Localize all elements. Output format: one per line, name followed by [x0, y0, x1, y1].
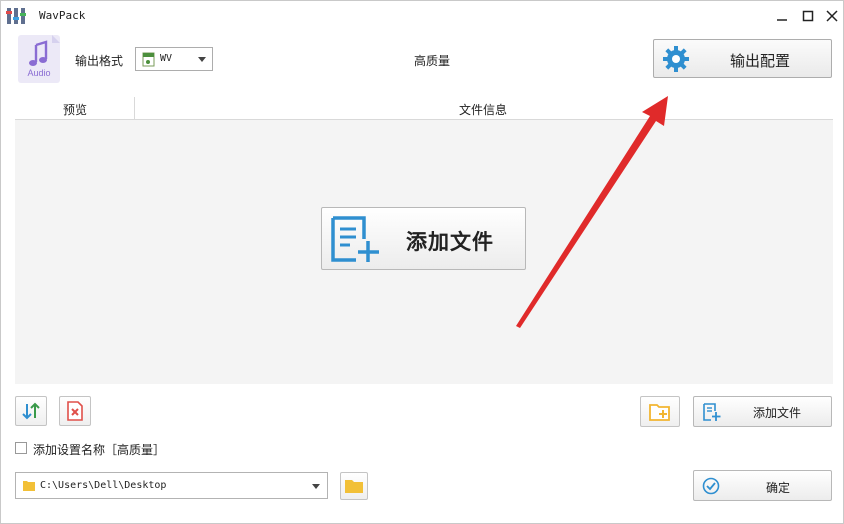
add-file-icon: [703, 403, 721, 421]
column-preview[interactable]: 预览: [63, 101, 87, 118]
add-files-big-label: 添加文件: [406, 230, 494, 254]
output-config-button[interactable]: 输出配置: [653, 39, 832, 78]
title-bar: WavPack: [1, 1, 843, 31]
folder-icon: [345, 480, 363, 493]
close-button[interactable]: [821, 6, 843, 26]
delete-button[interactable]: [59, 396, 91, 426]
close-icon: [826, 10, 838, 22]
chevron-down-icon: [198, 57, 206, 62]
audio-format-tile[interactable]: Audio: [18, 35, 60, 83]
gear-icon: [663, 46, 689, 72]
add-files-big-button[interactable]: 添加文件: [321, 207, 526, 270]
file-table-header: 预览 文件信息: [15, 97, 833, 120]
add-files-button[interactable]: 添加文件: [693, 396, 832, 427]
column-divider[interactable]: [134, 97, 135, 119]
add-folder-button[interactable]: [640, 396, 680, 427]
delete-icon: [67, 401, 83, 421]
output-format-select[interactable]: WV: [135, 47, 213, 71]
output-config-label: 输出配置: [730, 52, 791, 70]
minimize-button[interactable]: [771, 6, 793, 26]
check-circle-icon: [702, 477, 720, 495]
quality-text: 高质量: [414, 54, 451, 68]
output-path-select[interactable]: C:\Users\Dell\Desktop: [15, 472, 328, 499]
window-title: WavPack: [39, 9, 86, 22]
browse-folder-button[interactable]: [340, 472, 368, 500]
audio-tile-label: Audio: [27, 68, 50, 78]
audio-note-icon: Audio: [27, 35, 60, 78]
ok-label: 确定: [766, 481, 791, 495]
folder-icon: [23, 481, 35, 491]
add-files-label: 添加文件: [753, 406, 802, 420]
output-format-label: 输出格式: [75, 54, 124, 68]
ok-button[interactable]: 确定: [693, 470, 832, 501]
output-format-value: WV: [160, 53, 173, 64]
maximize-button[interactable]: [797, 6, 819, 26]
maximize-icon: [802, 10, 814, 22]
wavpack-window: WavPack Audio 输出格式 WV 高质量 输出配置 预览 文件信息 添…: [0, 0, 844, 524]
minimize-icon: [777, 19, 787, 21]
app-icon: [6, 8, 26, 24]
sort-icon: [22, 402, 40, 420]
column-file-info[interactable]: 文件信息: [459, 101, 507, 118]
add-folder-icon: [649, 403, 670, 421]
chevron-down-icon: [312, 484, 320, 489]
add-setting-name-checkbox[interactable]: [15, 442, 27, 454]
sort-button[interactable]: [15, 396, 47, 426]
output-path-value: C:\Users\Dell\Desktop: [40, 480, 167, 491]
add-file-icon: [331, 216, 379, 262]
add-setting-name-label[interactable]: 添加设置名称［高质量］: [33, 441, 165, 458]
wv-file-icon: [142, 52, 155, 67]
